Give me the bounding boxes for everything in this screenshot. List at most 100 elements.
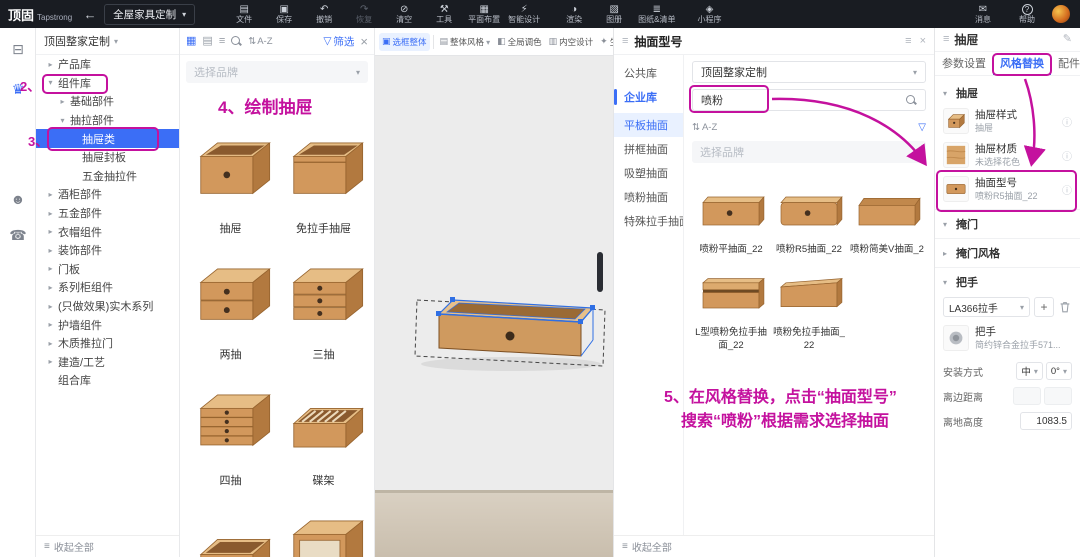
- contact-icon[interactable]: ☻: [0, 186, 36, 212]
- category-special-handle-face[interactable]: 特殊拉手抽面: [614, 209, 683, 233]
- panel-collapse-handle[interactable]: [597, 252, 603, 292]
- project-type-select[interactable]: 全屋家具定制: [104, 3, 196, 25]
- file-button[interactable]: ▤ 文件: [225, 0, 263, 28]
- back-button[interactable]: ←: [80, 7, 100, 22]
- collapse-all-button[interactable]: 收起全部: [614, 535, 934, 557]
- vip-crown-icon[interactable]: ♛: [0, 76, 36, 102]
- list-view-icon[interactable]: ▤: [202, 35, 212, 47]
- handle-select[interactable]: LA366拉手: [943, 297, 1030, 317]
- sort-label[interactable]: A-Z: [702, 122, 717, 133]
- library-source-select[interactable]: 顶固整家定制: [36, 28, 179, 55]
- smart-design-button[interactable]: ⚡ 智能设计: [505, 0, 543, 28]
- collapse-all-button[interactable]: 收起全部: [36, 535, 179, 557]
- floorplan-button[interactable]: ▦ 平面布置: [465, 0, 503, 28]
- tree-item-decoration[interactable]: ▸ 装饰部件: [36, 241, 179, 260]
- edge-distance-input-1[interactable]: [1013, 387, 1041, 405]
- brand-select[interactable]: 选择品牌: [186, 61, 368, 83]
- save-button[interactable]: ▣ 保存: [265, 0, 303, 28]
- category-blister-face[interactable]: 吸塑抽面: [614, 161, 683, 185]
- tree-item-basic-parts[interactable]: ▸ 基础部件: [36, 92, 179, 111]
- handle-section-header[interactable]: ▾ 把手: [943, 271, 1072, 293]
- drawer-style-row[interactable]: 抽屉样式 抽屉: [943, 104, 1072, 138]
- overall-style-button[interactable]: ▤ 整体风格: [437, 33, 494, 51]
- tree-item-drawer-class[interactable]: 抽屉类: [36, 129, 179, 148]
- close-panel-icon[interactable]: [360, 35, 368, 48]
- redo-button[interactable]: ↷ 恢复: [345, 0, 383, 28]
- category-frame-face[interactable]: 拼框抽面: [614, 137, 683, 161]
- drawings-list-button[interactable]: ≣ 图纸&清单: [635, 0, 678, 28]
- tree-item-drawer-panel[interactable]: 抽屉封板: [36, 148, 179, 167]
- tab-accessories[interactable]: 配件包: [1051, 52, 1080, 75]
- global-color-button[interactable]: ◧ 全局调色: [494, 33, 545, 51]
- tools-button[interactable]: ⚒ 工具: [425, 0, 463, 28]
- undo-button[interactable]: ↶ 撤销: [305, 0, 343, 28]
- info-icon[interactable]: [1062, 114, 1072, 129]
- face-source-select[interactable]: 顶固整家定制: [692, 61, 926, 83]
- product-card-plate-rack[interactable]: 碟架: [277, 372, 370, 498]
- face-card-l-type[interactable]: L型喷粉免拉手抽面_22: [692, 264, 770, 360]
- tree-item-wall-protection[interactable]: ▸ 护墙组件: [36, 315, 179, 334]
- detail-view-icon[interactable]: ≡: [219, 35, 225, 47]
- tree-item-hardware[interactable]: ▸ 五金部件: [36, 204, 179, 223]
- tree-item-construction[interactable]: ▸ 建造/工艺: [36, 353, 179, 372]
- face-card-flat[interactable]: 喷粉平抽面_22: [692, 181, 770, 264]
- face-search-input[interactable]: [701, 94, 900, 106]
- search-icon[interactable]: [906, 94, 917, 106]
- face-model-row[interactable]: 抽面型号 喷粉R5抽面_22: [943, 172, 1072, 206]
- library-tab-enterprise[interactable]: 企业库: [614, 85, 683, 109]
- drag-handle-icon[interactable]: [943, 34, 949, 45]
- printer-icon[interactable]: ⊟: [0, 36, 36, 62]
- tree-item-wardrobe[interactable]: ▸ 衣帽组件: [36, 222, 179, 241]
- panel-menu-icon[interactable]: [905, 36, 911, 47]
- help-button[interactable]: ? 帮助: [1008, 0, 1046, 28]
- product-card-no-handle-drawer[interactable]: 免拉手抽屉: [277, 120, 370, 246]
- tree-item-combination-library[interactable]: 组合库: [36, 371, 179, 390]
- tree-item-hardware-pull[interactable]: 五金抽拉件: [36, 167, 179, 186]
- filter-button[interactable]: 筛选: [323, 34, 354, 49]
- drawer-material-row[interactable]: 抽屉材质 未选择花色: [943, 138, 1072, 172]
- category-flat-face[interactable]: 平板抽面: [614, 113, 683, 137]
- floor-height-input[interactable]: 1083.5: [1020, 412, 1072, 430]
- tree-item-series-cabinet[interactable]: ▸ 系列柜组件: [36, 278, 179, 297]
- tree-item-solid-wood[interactable]: ▸ (只做效果)实木系列: [36, 297, 179, 316]
- phone-icon[interactable]: ☎: [0, 222, 36, 248]
- grid-view-icon[interactable]: ▦: [186, 35, 196, 47]
- product-card-partial-b[interactable]: [277, 498, 370, 557]
- generate-button[interactable]: ✦ 生成: [597, 33, 613, 51]
- face-card-r5[interactable]: 喷粉R5抽面_22: [770, 181, 848, 264]
- sort-az-button[interactable]: A-Z: [248, 36, 272, 47]
- tab-style-replace[interactable]: 风格替换: [993, 52, 1051, 75]
- close-panel-icon[interactable]: [920, 36, 926, 47]
- funnel-icon[interactable]: [918, 122, 926, 133]
- tab-parameter-settings[interactable]: 参数设置: [935, 52, 993, 75]
- tree-item-pull-parts[interactable]: ▾ 抽拉部件: [36, 111, 179, 130]
- sort-icon[interactable]: [692, 122, 700, 133]
- drawer-3d-sketch[interactable]: [403, 252, 613, 377]
- product-card-drawer[interactable]: 抽屉: [184, 120, 277, 246]
- handle-item-row[interactable]: 把手 简约锌合金拉手571...: [943, 321, 1072, 355]
- album-button[interactable]: ▧ 图册: [595, 0, 633, 28]
- select-frame-button[interactable]: ▣ 选框整体: [379, 32, 430, 51]
- product-card-partial-a[interactable]: [184, 498, 277, 557]
- info-icon[interactable]: [1062, 182, 1072, 197]
- drag-handle-icon[interactable]: [622, 36, 628, 47]
- tree-item-door-panel[interactable]: ▸ 门板: [36, 260, 179, 279]
- product-card-four-drawer[interactable]: 四抽: [184, 372, 277, 498]
- interior-design-button[interactable]: ▥ 内空设计: [546, 33, 597, 51]
- drawer-section-header[interactable]: ▾ 抽屉: [943, 82, 1072, 104]
- tree-item-wood-sliding-door[interactable]: ▸ 木质推拉门: [36, 334, 179, 353]
- face-card-v[interactable]: 喷粉简美V抽面_2: [848, 181, 926, 264]
- door-style-section-header[interactable]: ▸ 掩门风格: [943, 242, 1072, 264]
- tree-item-product-library[interactable]: ▸ 产品库: [36, 55, 179, 74]
- product-card-two-drawer[interactable]: 两抽: [184, 246, 277, 372]
- install-position-select[interactable]: 中: [1016, 362, 1043, 380]
- category-powder-face[interactable]: 喷粉抽面: [614, 185, 683, 209]
- edit-icon[interactable]: [1063, 34, 1072, 45]
- tree-item-component-library[interactable]: ▾ 组件库: [36, 74, 179, 93]
- render-button[interactable]: ◑ 渲染: [555, 0, 593, 28]
- door-section-header[interactable]: ▾ 掩门: [943, 213, 1072, 235]
- delete-handle-icon[interactable]: [1058, 300, 1072, 314]
- design-canvas[interactable]: ▣ 选框整体 ▤ 整体风格 ◧ 全局调色 ▥ 内空设计 ✦ 生成: [375, 28, 613, 557]
- info-icon[interactable]: [1062, 148, 1072, 163]
- edge-distance-input-2[interactable]: [1044, 387, 1072, 405]
